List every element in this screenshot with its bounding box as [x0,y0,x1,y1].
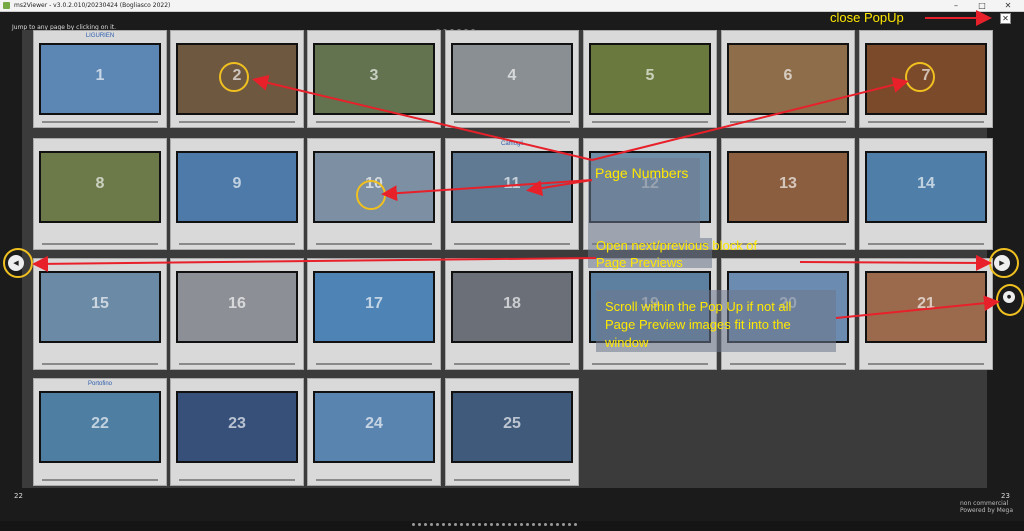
page-dot[interactable] [544,523,547,526]
arrow-page-6 [591,77,909,161]
page-dot[interactable] [496,523,499,526]
page-dot[interactable] [568,523,571,526]
page-dot[interactable] [490,523,493,526]
annotation-arrows [32,10,1000,319]
page-dot[interactable] [574,523,577,526]
footer-line2: Powered by Mega [960,507,1014,514]
page-dot[interactable] [520,523,523,526]
page-dot[interactable] [442,523,445,526]
page-dot[interactable] [526,523,529,526]
page-dot[interactable] [418,523,421,526]
page-dot[interactable] [478,523,481,526]
left-page-number: 22 [14,492,23,500]
page-dot[interactable] [460,523,463,526]
page-dot[interactable] [514,523,517,526]
page-dot[interactable] [556,523,559,526]
page-dot[interactable] [532,523,535,526]
page-dot[interactable] [484,523,487,526]
arrow-prev [32,255,597,272]
page-dot[interactable] [508,523,511,526]
page-dot[interactable] [562,523,565,526]
page-dot[interactable] [550,523,553,526]
page-dot[interactable] [424,523,427,526]
page-dot[interactable] [448,523,451,526]
arrow-page-1 [252,74,593,161]
footer-credits: non commercial Powered by Mega [960,500,1013,514]
page-dot[interactable] [454,523,457,526]
page-dot[interactable] [538,523,541,526]
page-dot[interactable] [466,523,469,526]
right-page-number: 23 [1001,492,1010,500]
page-dot[interactable] [430,523,433,526]
arrow-scroll [835,295,1000,319]
arrow-page-9 [381,179,593,202]
page-dot[interactable] [502,523,505,526]
footer-line1: non commercial [960,500,1009,507]
page-dot[interactable] [436,523,439,526]
arrow-next [799,254,992,271]
page-dot[interactable] [412,523,415,526]
page-dot[interactable] [472,523,475,526]
page-dots [412,513,602,526]
